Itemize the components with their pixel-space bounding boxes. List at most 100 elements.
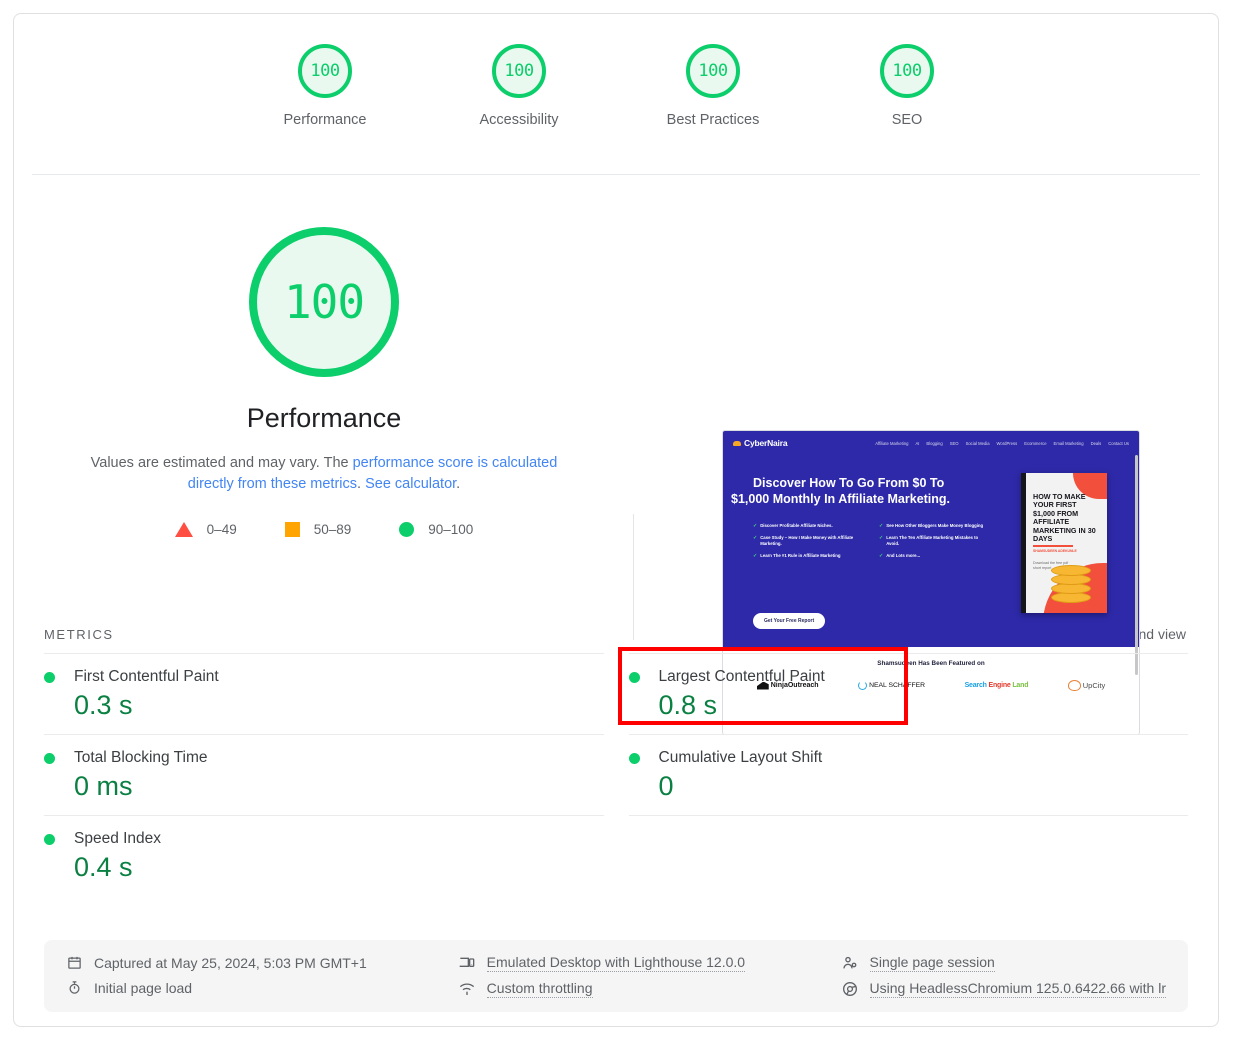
thumb-bullets-left: ✓ Discover Profitable Affiliate Niches. …	[753, 523, 865, 565]
metric-value: 0 ms	[74, 771, 133, 801]
throttling-icon	[459, 981, 476, 998]
metric-label: Largest Contentful Paint	[658, 668, 825, 685]
thumb-nav-item: Blogging	[926, 440, 943, 446]
metric-label: Speed Index	[74, 830, 162, 847]
gauge-score-seo: 100	[892, 60, 922, 81]
metric-value: 0.8 s	[658, 690, 718, 720]
score-legend: 0–49 50–89 90–100	[174, 522, 474, 537]
footer-capture-time: Captured at May 25, 2024, 5:03 PM GMT+1	[66, 954, 459, 971]
thumb-bullet-item: ✓ And Lots more...	[879, 553, 991, 559]
thumb-nav-item: Affiliate Marketing	[875, 440, 909, 446]
category-gauge-accessibility[interactable]: 100 Accessibility	[465, 44, 573, 128]
check-icon: ✓	[879, 553, 884, 559]
gauge-ring-performance: 100	[298, 44, 352, 98]
circle-icon	[399, 522, 415, 537]
footer-user-agent-text[interactable]: Using HeadlessChromium 125.0.6422.66 wit…	[869, 980, 1166, 998]
gauge-score-best-practices: 100	[698, 60, 728, 81]
logo-mark-icon	[733, 440, 741, 446]
calendar-icon	[66, 954, 83, 971]
category-gauge-performance[interactable]: 100 Performance	[271, 44, 379, 128]
coin-icon	[1051, 565, 1091, 576]
legend-range-pass: 90–100	[428, 522, 474, 537]
category-gauge-seo[interactable]: 100 SEO	[853, 44, 961, 128]
status-dot-pass-icon	[44, 752, 55, 764]
description-text-part2: .	[357, 476, 366, 492]
performance-description: Values are estimated and may vary. The p…	[74, 453, 574, 495]
footer-capture-time-text: Captured at May 25, 2024, 5:03 PM GMT+1	[94, 954, 367, 971]
status-dot-pass-icon	[44, 833, 55, 845]
legend-range-fail: 0–49	[206, 522, 237, 537]
category-gauges: 100 Performance 100 Accessibility 100 Be…	[14, 14, 1218, 160]
metric-largest-contentful-paint[interactable]: Largest Contentful Paint 0.8 s	[617, 647, 1188, 734]
thumb-bullet-text: See How Other Bloggers Make Money Bloggi…	[886, 523, 984, 528]
footer-column-3: Single page session Using HeadlessChromi…	[842, 954, 1166, 998]
gauge-ring-accessibility: 100	[492, 44, 546, 98]
gauge-score-performance: 100	[310, 60, 340, 81]
legend-range-average: 50–89	[313, 522, 352, 537]
metric-value: 0.3 s	[74, 690, 133, 720]
metric-speed-index[interactable]: Speed Index 0.4 s	[44, 815, 604, 896]
footer-throttling-text[interactable]: Custom throttling	[486, 980, 593, 998]
thumb-nav-item: Deals	[1090, 440, 1102, 446]
square-icon	[284, 522, 300, 537]
legend-item-average: 50–89	[284, 522, 352, 537]
description-text-part1: Values are estimated and may vary. The	[90, 455, 353, 471]
thumb-book-cover: HOW TO MAKE YOUR FIRST $1,000 FROM AFFIL…	[1021, 473, 1107, 613]
metrics-column-bottom-divider	[628, 815, 1188, 816]
performance-gauge-large: 100	[249, 227, 399, 377]
check-icon: ✓	[879, 535, 884, 541]
footer-user-agent[interactable]: Using HeadlessChromium 125.0.6422.66 wit…	[842, 980, 1166, 998]
check-icon: ✓	[753, 553, 758, 559]
footer-page-load-mode: Initial page load	[66, 979, 459, 996]
footer-emulation-text[interactable]: Emulated Desktop with Lighthouse 12.0.0	[486, 954, 746, 972]
thumb-nav-item: WordPress	[996, 440, 1018, 446]
footer-column-1: Captured at May 25, 2024, 5:03 PM GMT+1 …	[66, 954, 459, 998]
status-dot-pass-icon	[628, 671, 640, 683]
metric-total-blocking-time[interactable]: Total Blocking Time 0 ms	[44, 734, 604, 815]
see-calculator-link[interactable]: See calculator	[365, 476, 456, 492]
metric-first-contentful-paint[interactable]: First Contentful Paint 0.3 s	[44, 653, 604, 734]
category-gauge-best-practices[interactable]: 100 Best Practices	[659, 44, 767, 128]
check-icon: ✓	[879, 523, 884, 529]
metrics-grid: First Contentful Paint 0.3 s Total Block…	[14, 647, 1218, 896]
metric-label: Total Blocking Time	[74, 749, 208, 766]
gauge-label-performance: Performance	[283, 112, 367, 128]
footer-session[interactable]: Single page session	[842, 954, 1166, 972]
page-title: Performance	[246, 403, 402, 433]
thumb-bullet-item: ✓ Learn The #1 Rule in Affiliate Marketi…	[753, 553, 865, 559]
metrics-section-title: METRICS	[44, 626, 114, 642]
lighthouse-report-card: 100 Performance 100 Accessibility 100 Be…	[13, 13, 1219, 1027]
thumb-nav-item: Ecommerce	[1024, 440, 1047, 446]
gauge-score-accessibility: 100	[504, 60, 534, 81]
thumb-nav-item: Social Media	[965, 440, 990, 446]
metric-label: Cumulative Layout Shift	[658, 749, 823, 766]
footer-throttling[interactable]: Custom throttling	[459, 980, 842, 998]
gauge-label-seo: SEO	[891, 112, 923, 128]
thumb-book-title: HOW TO MAKE YOUR FIRST $1,000 FROM AFFIL…	[1033, 492, 1096, 544]
thumb-nav-item: Contact Us	[1108, 440, 1129, 446]
metric-label: First Contentful Paint	[74, 668, 219, 685]
footer-session-text[interactable]: Single page session	[869, 954, 995, 972]
thumb-nav-item: SEO	[949, 440, 959, 446]
thumb-headline: Discover How To Go From $0 To $1,000 Mon…	[731, 475, 1003, 507]
status-dot-pass-icon	[628, 752, 640, 764]
gauge-label-accessibility: Accessibility	[479, 112, 559, 128]
legend-item-fail: 0–49	[174, 522, 237, 537]
thumb-site-name: CyberNaira	[744, 438, 788, 448]
chrome-icon	[842, 981, 859, 998]
thumb-book-subtitle: SHAMSUDEEN ADEKUNLE	[1033, 549, 1077, 553]
thumb-nav-item: Email Marketing	[1053, 440, 1084, 446]
thumb-scrollbar	[1135, 455, 1138, 675]
thumb-bullet-item: ✓ Learn The Ten Affiliate Marketing Mist…	[879, 535, 991, 547]
metric-cumulative-layout-shift[interactable]: Cumulative Layout Shift 0	[628, 734, 1188, 815]
book-shape: HOW TO MAKE YOUR FIRST $1,000 FROM AFFIL…	[1021, 473, 1107, 613]
book-rule	[1033, 545, 1073, 547]
gauge-ring-best-practices: 100	[686, 44, 740, 98]
thumb-hero-banner: Discover How To Go From $0 To $1,000 Mon…	[723, 455, 1139, 647]
report-footer: Captured at May 25, 2024, 5:03 PM GMT+1 …	[44, 940, 1188, 1012]
footer-emulation[interactable]: Emulated Desktop with Lighthouse 12.0.0	[459, 954, 842, 972]
description-text-part3: .	[456, 476, 461, 492]
thumb-headline-line1: Discover How To Go From $0 To	[753, 476, 945, 490]
thumb-site-logo: CyberNaira	[733, 438, 788, 448]
metrics-column-right: Largest Contentful Paint 0.8 s Cumulativ…	[617, 647, 1188, 896]
